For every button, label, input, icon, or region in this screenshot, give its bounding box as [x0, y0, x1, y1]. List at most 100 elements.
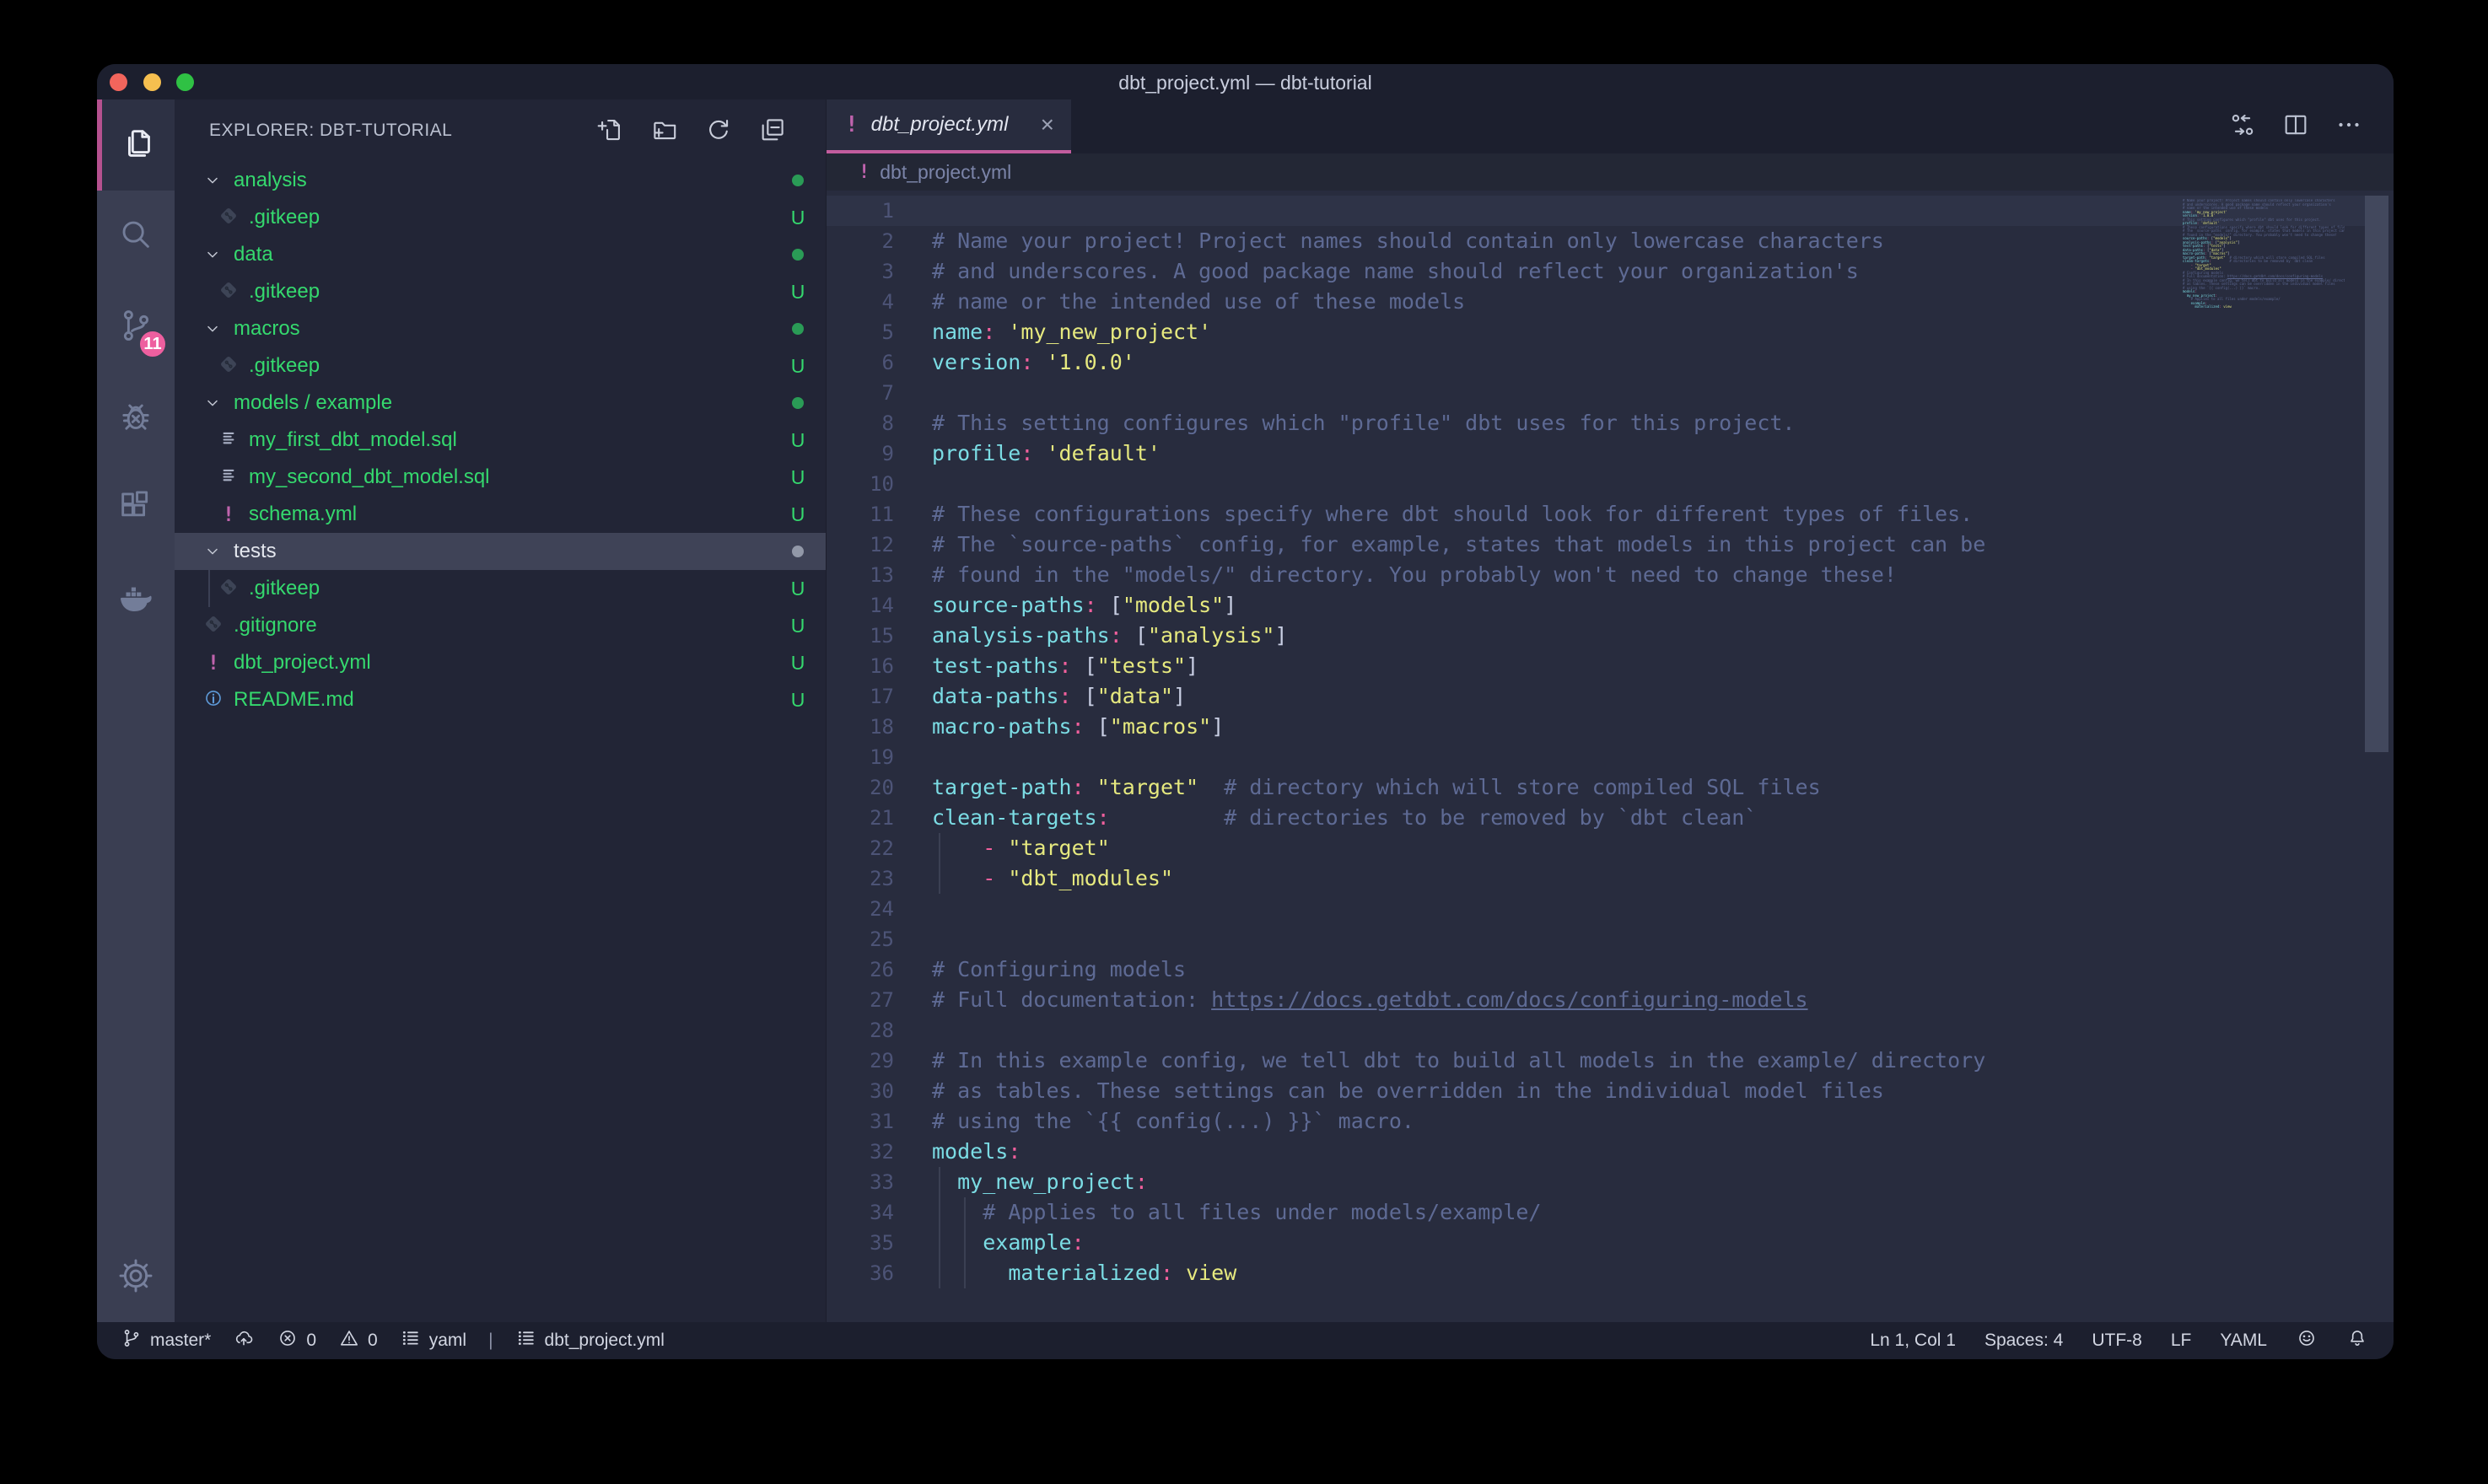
tree-item-my-second-dbt-model-sql[interactable]: my_second_dbt_model.sqlU [175, 459, 826, 496]
tree-item--gitkeep[interactable]: .gitkeepU [175, 273, 826, 310]
minimap[interactable]: # Name your project! Project names shoul… [2183, 199, 2345, 671]
tree-item-analysis[interactable]: analysis [175, 162, 826, 199]
code-line-33: 33 my_new_project: [827, 1167, 2394, 1197]
status-sync[interactable] [233, 1327, 255, 1354]
line-number: 8 [827, 408, 894, 438]
list-icon [400, 1327, 422, 1354]
code-line-15: 15analysis-paths: ["analysis"] [827, 621, 2394, 651]
code-line-5: 5name: 'my_new_project' [827, 317, 2394, 347]
code-line-1: 1 [827, 196, 2394, 226]
activity-item-explorer[interactable] [97, 99, 175, 191]
split-editor-button[interactable] [2281, 110, 2310, 139]
refresh-button[interactable] [704, 116, 735, 146]
tree-item--gitkeep[interactable]: .gitkeepU [175, 347, 826, 384]
tree-item-tests[interactable]: tests [175, 533, 826, 570]
git-icon [202, 613, 224, 639]
tree-item--gitignore[interactable]: .gitignoreU [175, 607, 826, 644]
status-bar: master*00yaml|dbt_project.yml Ln 1, Col … [97, 1322, 2394, 1359]
folder-change-dot [785, 249, 810, 261]
tree-item-macros[interactable]: macros [175, 310, 826, 347]
new-folder-button[interactable] [650, 116, 681, 146]
status-branch[interactable]: master* [121, 1327, 211, 1354]
tree-item-schema-yml[interactable]: !schema.ymlU [175, 496, 826, 533]
git-file-icon [218, 578, 240, 600]
gear-icon [116, 1256, 155, 1299]
activity-item-run-debug[interactable] [97, 373, 175, 464]
status-schema-file[interactable]: dbt_project.yml [515, 1327, 665, 1354]
branch-icon [121, 1327, 143, 1354]
line-number: 27 [827, 985, 894, 1015]
sql-file-icon [218, 429, 240, 451]
tab-dbt-project-yml[interactable]: ! dbt_project.yml × [827, 99, 1071, 153]
code-line-8: 8# This setting configures which "profil… [827, 408, 2394, 438]
activity-item-source-control[interactable]: 11 [97, 282, 175, 373]
code-line-6: 6version: '1.0.0' [827, 347, 2394, 378]
sql-icon [218, 427, 240, 454]
code-editor[interactable]: 12# Name your project! Project names sho… [827, 196, 2394, 1288]
tree-item-my-first-dbt-model-sql[interactable]: my_first_dbt_model.sqlU [175, 422, 826, 459]
error-icon [277, 1327, 299, 1354]
code-line-10: 10 [827, 469, 2394, 499]
code-line-4: 4# name or the intended use of these mod… [827, 287, 2394, 317]
chevron-down-icon [202, 393, 223, 413]
git-file-icon [202, 615, 224, 637]
tree-item--gitkeep[interactable]: .gitkeepU [175, 199, 826, 236]
source-control-badge: 11 [137, 329, 168, 359]
chevron-down-icon [202, 541, 223, 562]
yaml-file-icon: ! [202, 652, 224, 674]
tab-bar: ! dbt_project.yml × [827, 99, 2394, 153]
line-number: 33 [827, 1167, 894, 1197]
editor-group: ! dbt_project.yml × ! dbt_project.yml 12… [827, 99, 2394, 1322]
tree-item-label: macros [234, 317, 300, 341]
status-eol[interactable]: LF [2171, 1331, 2192, 1351]
git-untracked-badge: U [785, 503, 810, 526]
explorer-sidebar: EXPLORER: DBT-TUTORIAL analysis.gitkeepU… [175, 99, 827, 1322]
git-untracked-badge: U [785, 207, 810, 229]
line-number: 15 [827, 621, 894, 651]
line-number: 6 [827, 347, 894, 378]
cloud-upload-icon [233, 1327, 255, 1354]
more-actions-button[interactable] [2335, 110, 2363, 139]
yaml-file-icon: ! [845, 112, 859, 137]
activity-item-search[interactable] [97, 191, 175, 282]
status-schema-yaml[interactable]: yaml [400, 1327, 466, 1354]
close-tab-icon[interactable]: × [1041, 113, 1054, 137]
search-icon [116, 215, 155, 258]
line-number: 19 [827, 742, 894, 772]
code-line-26: 26# Configuring models [827, 954, 2394, 985]
line-number: 31 [827, 1106, 894, 1137]
activity-item-docker[interactable] [97, 555, 175, 646]
status-warnings[interactable]: 0 [338, 1327, 378, 1354]
breadcrumb[interactable]: ! dbt_project.yml [827, 153, 2394, 191]
tree-item-dbt-project-yml[interactable]: !dbt_project.ymlU [175, 644, 826, 681]
tree-item-models-example[interactable]: models / example [175, 384, 826, 422]
chevron-down-icon [202, 170, 223, 191]
line-number: 28 [827, 1015, 894, 1046]
tree-item-data[interactable]: data [175, 236, 826, 273]
status-language-mode[interactable]: YAML [2220, 1331, 2267, 1351]
tree-item-readme-md[interactable]: README.mdU [175, 681, 826, 718]
code-line-12: 12# The `source-paths` config, for examp… [827, 530, 2394, 560]
collapse-all-button[interactable] [758, 116, 789, 146]
tree-item-label: dbt_project.yml [234, 651, 371, 675]
line-number: 30 [827, 1076, 894, 1106]
status-indentation[interactable]: Spaces: 4 [1984, 1331, 2063, 1351]
explorer-title: EXPLORER: DBT-TUTORIAL [209, 121, 452, 141]
status-indentation-label: Spaces: 4 [1984, 1331, 2063, 1351]
open-changes-button[interactable] [2228, 110, 2257, 139]
status-cursor-position[interactable]: Ln 1, Col 1 [1870, 1331, 1956, 1351]
settings-button[interactable] [97, 1239, 175, 1315]
activity-item-extensions[interactable] [97, 464, 175, 555]
tree-item--gitkeep[interactable]: .gitkeepU [175, 570, 826, 607]
status-encoding[interactable]: UTF-8 [2092, 1331, 2142, 1351]
status-feedback[interactable] [2296, 1327, 2318, 1354]
status-errors[interactable]: 0 [277, 1327, 316, 1354]
workbench: 11 EXPLORER: DBT-TUTORIAL analysis.gitke… [97, 99, 2394, 1322]
editor-scrollbar[interactable] [2365, 196, 2388, 752]
breadcrumb-label: dbt_project.yml [880, 161, 1011, 184]
new-file-button[interactable] [596, 116, 627, 146]
docker-icon [116, 579, 155, 622]
indent-guide [208, 570, 210, 607]
status-notifications[interactable] [2346, 1327, 2368, 1354]
git-file-icon [218, 355, 240, 377]
